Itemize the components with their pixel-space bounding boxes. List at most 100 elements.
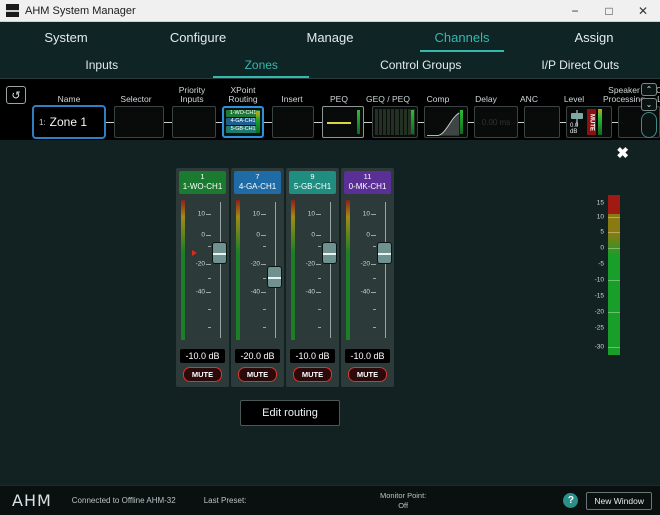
delay-cell[interactable]: 0.00 ms <box>474 106 518 138</box>
last-preset-label: Last Preset: <box>204 496 247 505</box>
scale-label: 10 <box>198 211 205 218</box>
scale-label: -20 <box>251 261 260 268</box>
mute-button[interactable]: MUTE <box>348 367 387 382</box>
status-bar: AHM Connected to Offline AHM-32 Last Pre… <box>0 485 660 515</box>
column-level: Level <box>548 95 600 104</box>
ahm-logo: AHM <box>12 491 52 510</box>
strip-column-headers: ↺ Name Selector Priority Inputs XPoint R… <box>0 82 660 104</box>
xpoint-routing-cell[interactable]: 1-WO-CH1 4-GA-CH1 5-GB-CH1 <box>222 106 264 138</box>
close-window-button[interactable]: ✕ <box>626 0 660 21</box>
column-geq-peq: GEQ / PEQ <box>362 95 414 104</box>
channel-strip: 9 5-GB-CH1 10 0 -20 -40 <box>286 168 339 387</box>
scale-label: -40 <box>196 289 205 296</box>
column-delay: Delay <box>462 95 510 104</box>
subnav-item-control-groups[interactable]: Control Groups <box>341 52 501 78</box>
level-db-value: 0.0 dB <box>570 123 585 135</box>
channel-strip: 7 4-GA-CH1 10 0 -20 -40 <box>231 168 284 387</box>
scroll-up-icon[interactable]: ⌃ <box>641 83 657 96</box>
monitor-point-label: Monitor Point: <box>380 491 426 500</box>
strip-scroll-thumb[interactable] <box>641 112 657 138</box>
title-bar: AHM System Manager − □ ✕ <box>0 0 660 22</box>
scale-label: 0 <box>311 232 315 239</box>
close-panel-button[interactable]: ✖ <box>611 143 634 164</box>
xpoint-tag: 5-GB-CH1 <box>226 126 260 133</box>
column-comp: Comp <box>414 95 462 104</box>
monitor-point-value: Off <box>380 501 426 510</box>
fader-scale: 10 0 -20 -40 <box>299 200 337 340</box>
level-cell[interactable]: 0.0 dB MUTE <box>566 106 612 138</box>
mute-button[interactable]: MUTE <box>183 367 222 382</box>
subnav-item-zones[interactable]: Zones <box>182 52 342 78</box>
app-icon <box>6 4 19 17</box>
help-icon[interactable]: ? <box>563 493 578 508</box>
channel-strip: 11 0-MK-CH1 10 0 -20 -40 <box>341 168 394 387</box>
processing-strip-table: ↺ Name Selector Priority Inputs XPoint R… <box>0 78 660 140</box>
level-meter <box>598 109 602 135</box>
maximize-button[interactable]: □ <box>592 0 626 21</box>
nav-item-manage[interactable]: Manage <box>264 22 396 52</box>
channel-strip: 1 1-WO-CH1 10 0 -20 -40 <box>176 168 229 387</box>
anc-cell[interactable] <box>524 106 560 138</box>
minimize-button[interactable]: − <box>558 0 592 21</box>
zone-workspace: ✖ 1 1-WO-CH1 10 0 -20 <box>0 140 660 485</box>
strip-number: 7 <box>234 172 281 182</box>
new-window-button[interactable]: New Window <box>586 492 652 510</box>
scroll-down-icon[interactable]: ⌄ <box>641 98 657 111</box>
connection-status: Connected to Offline AHM-32 <box>72 496 176 505</box>
peq-cell[interactable] <box>322 106 364 138</box>
meter-label: 0 <box>600 244 604 251</box>
strip-db-value: -10.0 dB <box>180 349 225 363</box>
master-meter-scale: 15 10 5 0 -5 -10 -15 -20 -25 -30 <box>584 195 606 355</box>
rotate-icon[interactable]: ↺ <box>6 86 26 104</box>
nav-item-configure[interactable]: Configure <box>132 22 264 52</box>
insert-cell[interactable] <box>272 106 314 138</box>
scale-label: 10 <box>308 211 315 218</box>
fader-red-marker <box>192 250 197 256</box>
geq-bars <box>375 109 415 135</box>
fader-handle[interactable] <box>267 266 282 288</box>
delay-value: 0.00 ms <box>475 107 517 137</box>
monitor-point: Monitor Point: Off <box>380 491 426 510</box>
comp-cell[interactable] <box>424 106 468 138</box>
meter-label: 15 <box>597 200 604 207</box>
fader-scale: 10 0 -20 -40 <box>189 200 227 340</box>
meter-label: -5 <box>598 260 604 267</box>
fader-handle[interactable] <box>322 242 337 264</box>
strip-meter <box>181 200 185 340</box>
scale-label: -40 <box>306 289 315 296</box>
peq-response-line <box>327 122 351 124</box>
fader-handle[interactable] <box>377 242 392 264</box>
meter-label: -15 <box>595 292 604 299</box>
edit-routing-button[interactable]: Edit routing <box>240 400 340 426</box>
fader-handle[interactable] <box>212 242 227 264</box>
mute-button[interactable]: MUTE <box>293 367 332 382</box>
strip-name: 5-GB-CH1 <box>289 182 336 192</box>
nav-item-assign[interactable]: Assign <box>528 22 660 52</box>
app-window: AHM System Manager − □ ✕ System Configur… <box>0 0 660 515</box>
geq-peq-cell[interactable] <box>372 106 418 138</box>
level-mini-fader[interactable]: 0.0 dB <box>569 109 585 135</box>
strip-scroll-buttons: ⌃ ⌄ <box>641 83 657 113</box>
zone-name-cell[interactable]: 1: Zone 1 <box>32 105 106 139</box>
scale-label: -40 <box>361 289 370 296</box>
priority-inputs-cell[interactable] <box>172 106 216 138</box>
strip-header[interactable]: 11 0-MK-CH1 <box>344 171 391 194</box>
status-actions: ? New Window <box>563 492 652 510</box>
xpoint-meter <box>256 111 260 133</box>
strip-header[interactable]: 7 4-GA-CH1 <box>234 171 281 194</box>
subnav-item-inputs[interactable]: Inputs <box>22 52 182 78</box>
strip-header[interactable]: 1 1-WO-CH1 <box>179 171 226 194</box>
zone-index: 1: <box>34 118 50 127</box>
subnav-item-ip-direct-outs[interactable]: I/P Direct Outs <box>501 52 660 78</box>
nav-item-channels[interactable]: Channels <box>396 22 528 52</box>
selector-cell[interactable] <box>114 106 164 138</box>
level-mute-indicator[interactable]: MUTE <box>587 109 596 135</box>
column-anc: ANC <box>510 95 548 104</box>
nav-item-system[interactable]: System <box>0 22 132 52</box>
window-controls: − □ ✕ <box>558 0 660 21</box>
mute-button[interactable]: MUTE <box>238 367 277 382</box>
column-name: Name <box>32 95 106 104</box>
strip-fader-area: 10 0 -20 -40 <box>176 200 229 345</box>
strip-header[interactable]: 9 5-GB-CH1 <box>289 171 336 194</box>
meter-label: -10 <box>595 276 604 283</box>
